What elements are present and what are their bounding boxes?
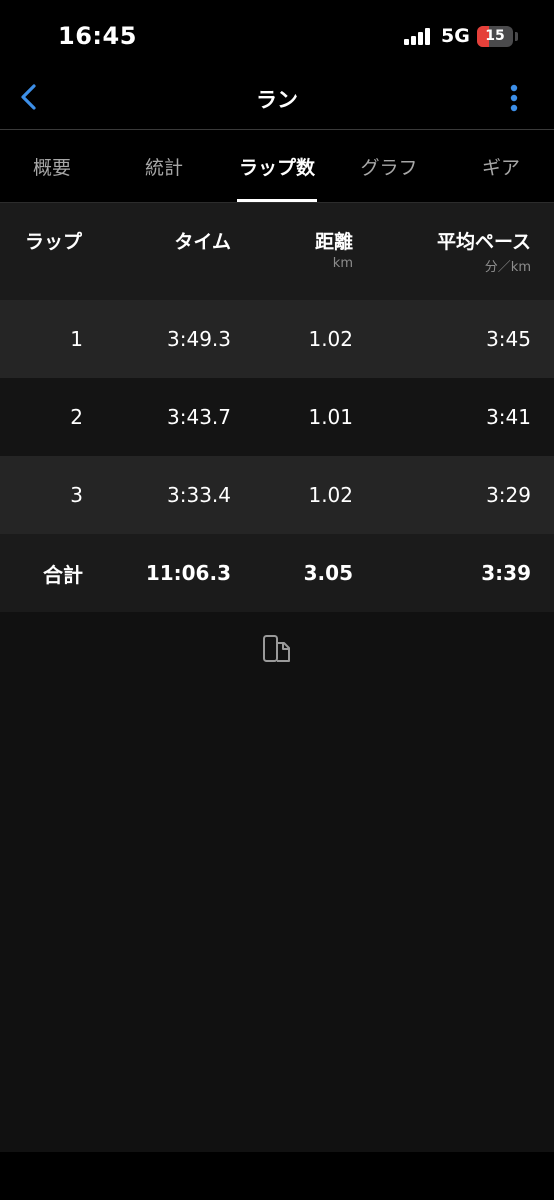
- total-label: 合計: [43, 562, 83, 587]
- tab-stats[interactable]: 統計: [109, 131, 219, 202]
- header-distance-unit: km: [332, 256, 353, 271]
- total-distance: 3.05: [303, 561, 353, 585]
- lap-pace: 3:45: [486, 327, 531, 351]
- lap-number: 2: [70, 405, 83, 429]
- total-time: 11:06.3: [145, 561, 231, 585]
- bottom-bar: [0, 1152, 554, 1200]
- tab-laps[interactable]: ラップ数: [222, 131, 332, 202]
- status-bar: 16:45 5G 15: [0, 0, 554, 72]
- header-avg-pace-unit: 分／km: [484, 260, 531, 275]
- status-time: 16:45: [58, 22, 137, 50]
- table-row[interactable]: 2 3:43.7 1.01 3:41: [0, 378, 554, 456]
- lap-pace: 3:29: [486, 483, 531, 507]
- phone-share-icon[interactable]: [262, 634, 292, 664]
- lap-time: 3:33.4: [167, 483, 231, 507]
- lap-number: 3: [70, 483, 83, 507]
- signal-icon: [404, 27, 430, 45]
- tab-bar: 概要 統計 ラップ数 グラフ ギア: [0, 131, 554, 202]
- lap-distance: 1.01: [308, 405, 353, 429]
- table-row[interactable]: 1 3:49.3 1.02 3:45: [0, 300, 554, 378]
- vertical-ellipsis-icon: [510, 84, 518, 112]
- network-type: 5G: [441, 25, 470, 47]
- lap-distance: 1.02: [308, 483, 353, 507]
- tab-overview[interactable]: 概要: [0, 131, 104, 202]
- battery-icon: 15: [477, 26, 513, 47]
- table-header: ラップ タイム 距離 km 平均ペース 分／km: [0, 202, 554, 300]
- tab-graph[interactable]: グラフ: [334, 131, 444, 202]
- lap-pace: 3:41: [486, 405, 531, 429]
- lap-distance: 1.02: [308, 327, 353, 351]
- header-distance: 距離 km: [240, 227, 353, 271]
- header-avg-pace: 平均ペース 分／km: [370, 227, 531, 275]
- lap-time: 3:43.7: [167, 405, 231, 429]
- phone-share-icon-graphic: [263, 635, 290, 662]
- tab-gear[interactable]: ギア: [446, 131, 554, 202]
- nav-bar: ラン: [0, 72, 554, 130]
- page-title: ラン: [256, 88, 298, 112]
- table-total-row: 合計 11:06.3 3.05 3:39: [0, 534, 554, 612]
- more-options-button[interactable]: [500, 80, 528, 116]
- battery-level-text: 15: [485, 28, 505, 44]
- lap-time: 3:49.3: [167, 327, 231, 351]
- total-pace: 3:39: [481, 561, 531, 585]
- header-time: タイム: [174, 231, 231, 253]
- lap-number: 1: [70, 327, 83, 351]
- header-lap: ラップ: [25, 231, 83, 253]
- table-row[interactable]: 3 3:33.4 1.02 3:29: [0, 456, 554, 534]
- battery-cap: [515, 32, 518, 41]
